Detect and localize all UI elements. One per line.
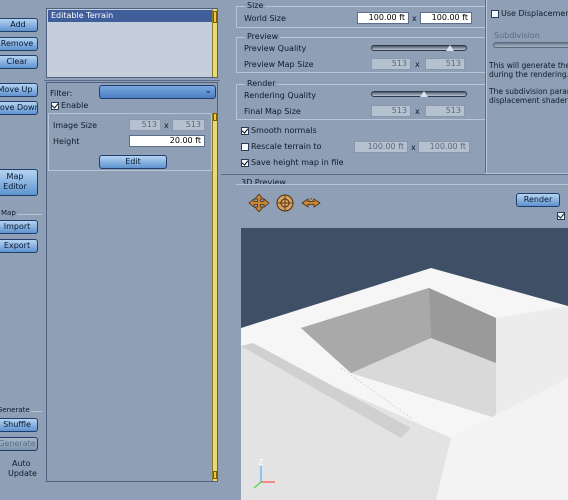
properties-scroll-bottom[interactable]	[213, 471, 217, 479]
rescale-terrain-checkbox[interactable]	[241, 143, 249, 151]
auto-render-checkbox[interactable]	[557, 212, 565, 220]
preview-section-divider	[221, 174, 568, 175]
preview-map-x: x	[415, 60, 420, 69]
enable-label: Enable	[61, 101, 89, 110]
size-title: Size	[245, 1, 266, 10]
render-title: Render	[245, 79, 278, 88]
properties-scroll-top[interactable]	[213, 113, 217, 121]
save-height-map-checkbox[interactable]	[241, 159, 249, 167]
final-map-size-label: Final Map Size	[244, 107, 301, 116]
zoom-icon[interactable]	[300, 194, 322, 212]
filter-label: Filter:	[50, 89, 73, 98]
add-button[interactable]: Add	[0, 18, 38, 32]
layer-list[interactable]: Editable Terrain	[46, 8, 218, 78]
chevron-down-icon: ⌄	[204, 86, 212, 96]
map-editor-label-line2: Editor	[3, 182, 27, 191]
shuffle-button[interactable]: Shuffle	[0, 418, 38, 432]
layer-list-scroll-thumb[interactable]	[213, 11, 217, 23]
rescale-height-field[interactable]: 100.00 ft	[418, 141, 470, 153]
rotate-icon[interactable]	[274, 194, 296, 212]
edit-button[interactable]: Edit	[99, 155, 167, 169]
map-group-label: Map	[0, 209, 17, 217]
final-map-height-field[interactable]: 513	[425, 105, 465, 117]
height-field[interactable]: 20.00 ft	[129, 135, 205, 147]
export-button[interactable]: Export	[0, 239, 38, 253]
world-size-label: World Size	[244, 14, 286, 23]
map-editor-label-line1: Map	[6, 172, 24, 181]
info-text-line2: during the rendering.	[489, 70, 568, 79]
subdivision-label: Subdivision	[494, 31, 540, 40]
remove-button[interactable]: Remove	[0, 37, 38, 51]
clear-button[interactable]: Clear	[0, 55, 38, 69]
preview-map-width-field[interactable]: 513	[371, 58, 411, 70]
left-toolbar: Add Remove Clear Move Up Move Down Map E…	[0, 0, 44, 500]
settings-divider	[485, 0, 487, 174]
axis-gizmo-icon	[253, 466, 275, 489]
preview-map-height-field[interactable]: 513	[425, 58, 465, 70]
world-size-height-field[interactable]: 100.00 ft	[420, 12, 472, 24]
preview-map-size-label: Preview Map Size	[244, 60, 314, 69]
3d-preview-viewport[interactable]: Z	[241, 228, 568, 500]
world-size-width-field[interactable]: 100.00 ft	[357, 12, 409, 24]
generate-button[interactable]: Generate	[0, 437, 38, 451]
height-label: Height	[53, 137, 80, 146]
subdivision-slider[interactable]	[493, 42, 568, 48]
properties-scrollbar[interactable]	[212, 113, 217, 481]
info-text-line4: displacement shader a	[489, 96, 568, 105]
generate-group-label: Generate	[0, 406, 31, 414]
auto-update-label-line2: Update	[8, 469, 37, 478]
preview-quality-label: Preview Quality	[244, 44, 307, 53]
layer-properties: Filter: ⌄ Enable Image Size 513 x 513 He…	[46, 82, 218, 482]
image-size-label: Image Size	[53, 121, 98, 130]
smooth-normals-checkbox[interactable]	[241, 127, 249, 135]
move-icon[interactable]	[248, 193, 270, 213]
use-displacement-label: Use Displacement	[501, 9, 568, 18]
rescale-terrain-label: Rescale terrain to	[251, 142, 322, 151]
rescale-x: x	[411, 143, 416, 152]
layer-panel: Editable Terrain Filter: ⌄ Enable Image …	[44, 0, 220, 500]
enable-checkbox[interactable]	[51, 102, 59, 110]
preview-quality-slider-thumb[interactable]	[445, 45, 454, 51]
preview-title: Preview	[245, 32, 281, 41]
filter-dropdown[interactable]: ⌄	[99, 85, 216, 99]
use-displacement-checkbox[interactable]	[491, 10, 499, 18]
rendering-quality-label: Rendering Quality	[244, 91, 316, 100]
info-text-line1: This will generate the	[489, 61, 568, 70]
world-size-x: x	[412, 14, 417, 23]
layer-list-scrollbar[interactable]	[212, 9, 217, 77]
image-size-width-field[interactable]: 513	[129, 119, 161, 131]
move-up-button[interactable]: Move Up	[0, 83, 38, 97]
panel-divider	[44, 80, 220, 81]
smooth-normals-label: Smooth normals	[251, 126, 317, 135]
axis-z-label: Z	[258, 458, 264, 467]
import-button[interactable]: Import	[0, 220, 38, 234]
render-button[interactable]: Render	[516, 193, 560, 207]
list-item[interactable]: Editable Terrain	[48, 10, 212, 22]
rescale-width-field[interactable]: 100.00 ft	[354, 141, 408, 153]
image-size-height-field[interactable]: 513	[172, 119, 205, 131]
3d-preview-line	[236, 184, 568, 185]
rendering-quality-slider-thumb[interactable]	[419, 91, 428, 97]
info-text-line3: The subdivision param	[489, 87, 568, 96]
3d-preview-title: 3D Preview	[239, 178, 288, 187]
final-map-x: x	[415, 107, 420, 116]
final-map-width-field[interactable]: 513	[371, 105, 411, 117]
move-down-button[interactable]: Move Down	[0, 101, 38, 115]
auto-update-label-line1: Auto	[12, 459, 31, 468]
save-height-map-label: Save height map in file	[251, 158, 344, 167]
image-size-x: x	[164, 121, 169, 130]
map-editor-button[interactable]: Map Editor	[0, 169, 38, 196]
